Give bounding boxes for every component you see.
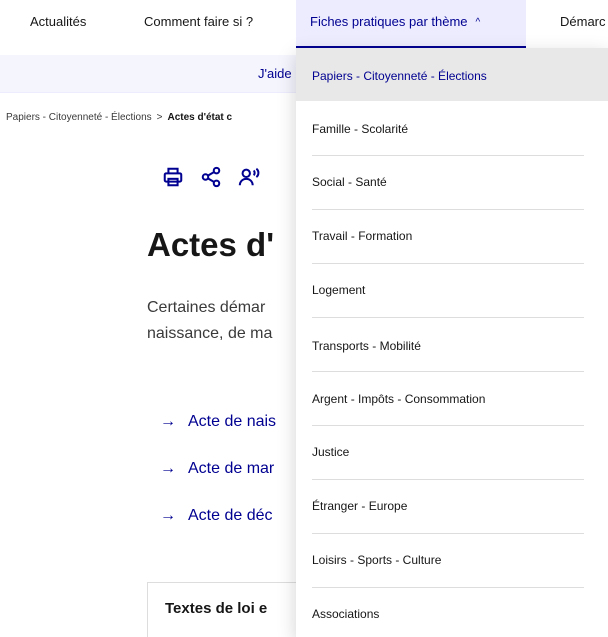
dropdown-item-label: Loisirs - Sports - Culture xyxy=(312,553,442,567)
nav-comment-faire[interactable]: Comment faire si ? xyxy=(144,0,253,48)
nav-fiches-pratiques[interactable]: Fiches pratiques par thème ^ xyxy=(296,0,526,48)
dropdown-item-papiers[interactable]: Papiers - Citoyenneté - Élections xyxy=(296,48,608,101)
breadcrumb-current: Actes d'état c xyxy=(167,112,233,123)
dropdown-item-travail[interactable]: Travail - Formation xyxy=(296,209,608,262)
dropdown-item-label: Social - Santé xyxy=(312,175,387,189)
arrow-right-icon: → xyxy=(160,460,176,477)
link-acte-mariage[interactable]: → Acte de mar xyxy=(160,460,274,478)
link-label: Acte de mar xyxy=(188,460,275,477)
link-acte-naissance[interactable]: → Acte de nais xyxy=(160,413,276,431)
dropdown-item-associations[interactable]: Associations xyxy=(296,587,608,637)
page-intro-line2: naissance, de ma xyxy=(147,325,273,342)
dropdown-item-label: Argent - Impôts - Consommation xyxy=(312,392,486,406)
main-nav: Actualités Comment faire si ? Fiches pra… xyxy=(0,0,608,48)
arrow-right-icon: → xyxy=(160,413,176,430)
dropdown-item-social[interactable]: Social - Santé xyxy=(296,155,608,208)
dropdown-item-label: Transports - Mobilité xyxy=(312,339,421,353)
breadcrumb-item-papiers[interactable]: Papiers - Citoyenneté - Élections xyxy=(6,112,152,123)
dropdown-item-label: Associations xyxy=(312,607,380,621)
chevron-up-icon: ^ xyxy=(475,17,481,28)
dropdown-item-label: Justice xyxy=(312,445,350,459)
dropdown-item-argent[interactable]: Argent - Impôts - Consommation xyxy=(296,371,608,424)
listen-icon[interactable] xyxy=(238,166,260,188)
themes-dropdown-menu: Papiers - Citoyenneté - Élections Famill… xyxy=(296,48,608,637)
dropdown-item-label: Travail - Formation xyxy=(312,229,413,243)
dropdown-item-label: Étranger - Europe xyxy=(312,499,408,513)
print-icon[interactable] xyxy=(162,166,184,188)
laws-card-title[interactable]: Textes de loi e xyxy=(165,600,267,617)
dropdown-item-justice[interactable]: Justice xyxy=(296,425,608,478)
arrow-right-icon: → xyxy=(160,507,176,524)
dropdown-item-transports[interactable]: Transports - Mobilité xyxy=(296,317,608,370)
page-tools xyxy=(162,166,260,188)
link-label: Acte de nais xyxy=(188,413,277,430)
dropdown-item-logement[interactable]: Logement xyxy=(296,263,608,316)
nav-demarches[interactable]: Démarc xyxy=(560,0,606,48)
page-intro-line1: Certaines démar xyxy=(147,299,266,316)
link-acte-deces[interactable]: → Acte de déc xyxy=(160,507,273,525)
dropdown-item-etranger[interactable]: Étranger - Europe xyxy=(296,479,608,532)
dropdown-item-label: Papiers - Citoyenneté - Élections xyxy=(312,69,487,83)
dropdown-item-label: Famille - Scolarité xyxy=(312,122,409,136)
nav-actualites[interactable]: Actualités xyxy=(30,0,86,48)
dropdown-item-famille[interactable]: Famille - Scolarité xyxy=(296,101,608,154)
breadcrumb-separator: > xyxy=(156,112,163,123)
dropdown-item-label: Logement xyxy=(312,283,366,297)
page-title: Actes d' xyxy=(147,226,275,263)
link-label: Acte de déc xyxy=(188,507,273,524)
nav-fiches-pratiques-label: Fiches pratiques par thème xyxy=(310,14,468,29)
share-icon[interactable] xyxy=(200,166,222,188)
dropdown-item-loisirs[interactable]: Loisirs - Sports - Culture xyxy=(296,533,608,586)
help-banner-link[interactable]: J'aide xyxy=(258,55,292,93)
breadcrumb: Papiers - Citoyenneté - Élections > Actes … xyxy=(6,112,232,123)
